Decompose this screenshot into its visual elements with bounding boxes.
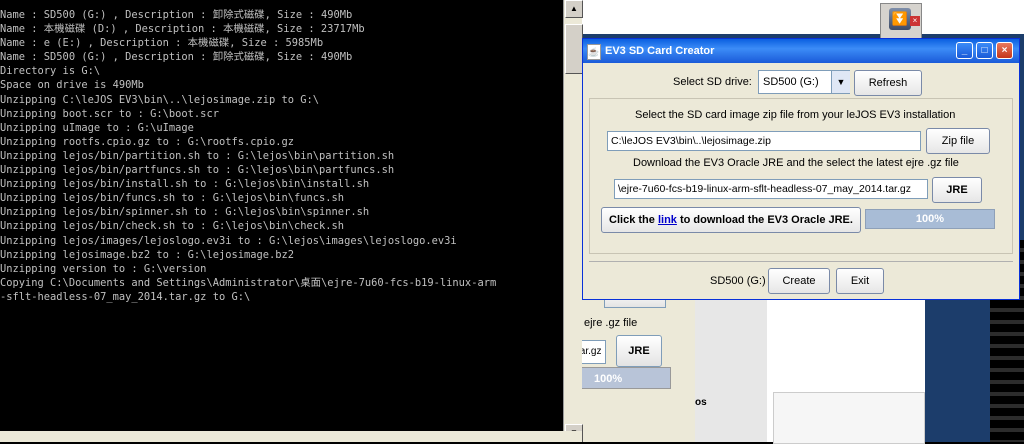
- double-chevron-down-icon: ⏬: [889, 8, 911, 30]
- console-line: Unzipping lejos/bin/partfuncs.sh to : G:…: [0, 164, 395, 177]
- zip-file-button[interactable]: Zip file: [926, 128, 990, 154]
- console-line: Space on drive is 490Mb: [0, 79, 144, 92]
- scroll-up-icon[interactable]: ▲: [565, 0, 583, 18]
- ev3-sd-card-creator-window[interactable]: ☕ EV3 SD Card Creator _ □ × Select SD dr…: [582, 38, 1020, 300]
- close-icon[interactable]: ×: [996, 42, 1013, 59]
- console-line: Unzipping lejos/bin/spinner.sh to : G:\l…: [0, 206, 370, 219]
- console-line: Unzipping lejos/bin/partition.sh to : G:…: [0, 149, 395, 162]
- create-button[interactable]: Create: [768, 268, 830, 294]
- console-line: Unzipping rootfs.cpio.gz to : G:\rootfs.…: [0, 135, 295, 148]
- download-prefix: Click the: [609, 214, 658, 226]
- background-progress: 100%: [576, 367, 671, 389]
- console-scrollbar[interactable]: ▲ ▼: [563, 0, 583, 442]
- console-line: Unzipping lejosimage.bz2 to : G:\lejosim…: [0, 248, 295, 261]
- background-panel: os: [695, 300, 925, 444]
- download-jre-info: Click the link to download the EV3 Oracl…: [601, 207, 861, 233]
- progress-text: 100%: [915, 213, 945, 225]
- console-line: Unzipping lejos/bin/funcs.sh to : G:\lej…: [0, 192, 345, 205]
- exit-button[interactable]: Exit: [836, 268, 884, 294]
- close-icon[interactable]: ×: [910, 16, 920, 26]
- drive-select-value: SD500 (G:): [763, 76, 819, 88]
- console-line: Copying C:\Documents and Settings\Admini…: [0, 276, 497, 289]
- footer-drive-label: SD500 (G:): [710, 275, 766, 287]
- console-bottom-strip: [0, 431, 582, 442]
- window-titlebar[interactable]: ☕ EV3 SD Card Creator _ □ ×: [583, 39, 1019, 63]
- desktop-top-strip: [580, 0, 1024, 34]
- jre-button[interactable]: JRE: [932, 177, 982, 203]
- minimize-icon[interactable]: _: [956, 42, 973, 59]
- console-line: Unzipping C:\leJOS EV3\bin\..\lejosimage…: [0, 93, 320, 106]
- console-output: Name : SD500 (G:) , Description : 卸除式磁碟,…: [0, 8, 562, 304]
- console-line: -sflt-headless-07_may_2014.tar.gz to G:\: [0, 290, 251, 303]
- maximize-icon[interactable]: □: [976, 42, 993, 59]
- footer-divider: [589, 261, 1013, 262]
- select-drive-label: Select SD drive:: [673, 76, 752, 88]
- java-icon: ☕: [587, 44, 601, 60]
- zip-path-field[interactable]: C:\leJOS EV3\bin\..\lejosimage.zip: [607, 131, 921, 151]
- console-line: Unzipping version to : G:\version: [0, 262, 207, 275]
- background-label: ejre .gz file: [584, 317, 638, 329]
- download-jre-link[interactable]: link: [658, 214, 677, 226]
- zip-prompt: Select the SD card image zip file from y…: [635, 109, 956, 121]
- console-line: Unzipping lejos/images/lejoslogo.ev3i to…: [0, 234, 457, 247]
- console-line: Unzipping boot.scr to : G:\boot.scr: [0, 107, 219, 120]
- console-line: Name : e (E:) , Description : 本機磁碟, Size…: [0, 37, 324, 50]
- download-progress-bar: 100%: [865, 209, 995, 229]
- console-line: Name : SD500 (G:) , Description : 卸除式磁碟,…: [0, 9, 353, 21]
- tray-widget[interactable]: ⏬ ×: [880, 3, 922, 39]
- console-line: Name : SD500 (G:) , Description : 卸除式磁碟,…: [0, 51, 353, 64]
- window-title: EV3 SD Card Creator: [605, 45, 715, 57]
- jre-prompt: Download the EV3 Oracle JRE and the sele…: [633, 157, 959, 169]
- chevron-down-icon[interactable]: ▼: [831, 71, 850, 93]
- jre-path-field[interactable]: \ejre-7u60-fcs-b19-linux-arm-sflt-headle…: [614, 179, 928, 199]
- scroll-thumb[interactable]: [565, 24, 583, 74]
- background-ev3-window: ejre .gz file tar.gz JRE 100%: [575, 285, 696, 442]
- console-line: Directory is G:\: [0, 65, 101, 78]
- download-suffix: to download the EV3 Oracle JRE.: [676, 214, 853, 226]
- background-panel-box: [773, 392, 925, 444]
- console-line: Unzipping lejos/bin/check.sh to : G:\lej…: [0, 220, 345, 233]
- refresh-button[interactable]: Refresh: [854, 70, 922, 96]
- drive-select[interactable]: SD500 (G:) ▼: [758, 70, 850, 94]
- background-panel-side: [695, 300, 767, 442]
- console-line: Unzipping lejos/bin/install.sh to : G:\l…: [0, 178, 370, 191]
- console-line: Name : 本機磁碟 (D:) , Description : 本機磁碟, S…: [0, 23, 365, 36]
- background-jre-button: JRE: [616, 335, 662, 367]
- background-panel-text: os: [695, 397, 707, 408]
- console-window[interactable]: Name : SD500 (G:) , Description : 卸除式磁碟,…: [0, 0, 583, 442]
- console-line: Unzipping uImage to : G:\uImage: [0, 121, 194, 134]
